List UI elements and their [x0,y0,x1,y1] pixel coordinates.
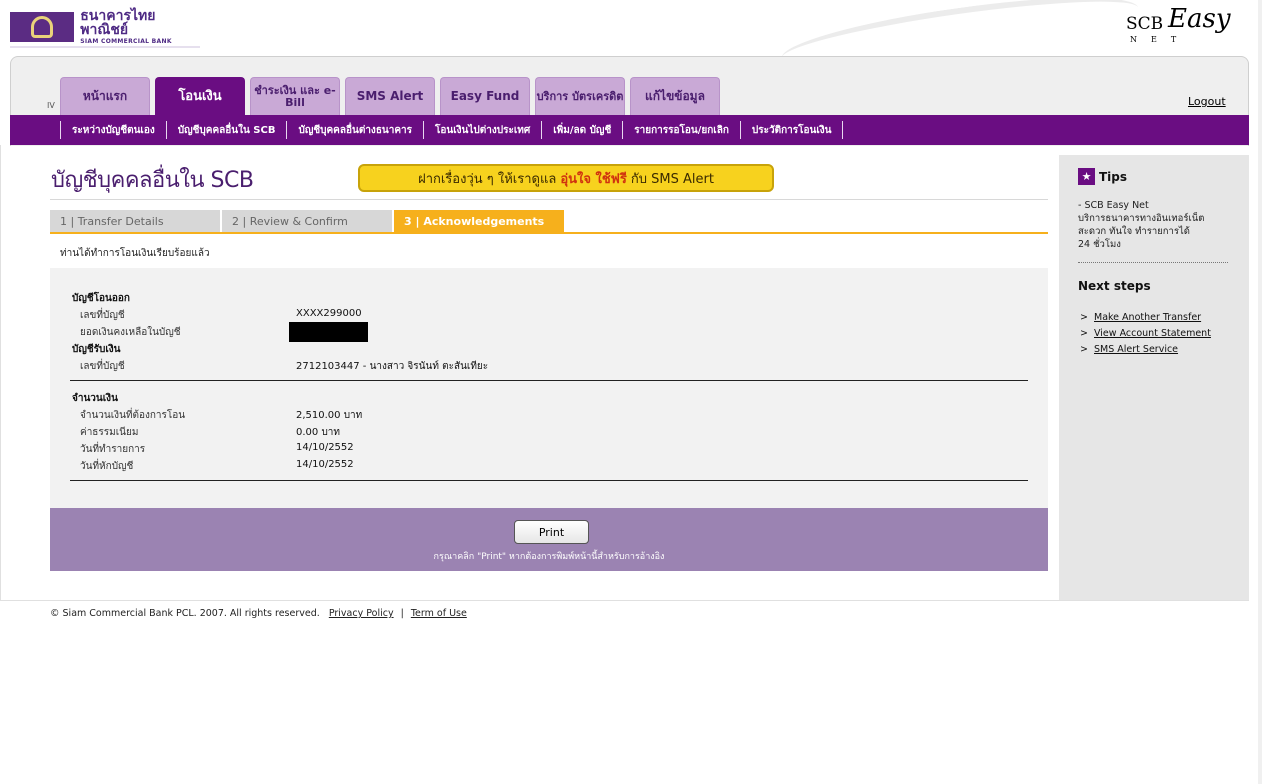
debit-date-label: วันที่หักบัญชี [80,461,134,472]
header: ธนาคารไทยพาณิชย์ SIAM COMMERCIAL BANK SC… [0,0,1262,83]
bullet-arrow-icon: > [1080,343,1088,355]
tips-line: 24 ชั่วโมง [1078,239,1121,250]
tab-payment-ebill[interactable]: ชำระเงิน และ e-Bill [250,77,340,115]
step-underline [50,232,1048,234]
bullet-arrow-icon: > [1080,327,1088,339]
next-steps-list: > Make Another Transfer > View Account Sta… [1080,309,1211,357]
subnav-other-scb[interactable]: บัญชีบุคคลอื่นใน SCB [167,123,287,138]
privacy-policy-link[interactable]: Privacy Policy [329,608,394,619]
nav-indicator: IV [47,101,55,110]
logo-underline [10,46,200,48]
success-message: ท่านได้ทำการโอนเงินเรียบร้อยแล้ว [60,248,210,259]
divider [50,199,1048,200]
to-account-no-label: เลขที่บัญชี [80,361,125,372]
amount-value: 2,510.00 บาท [296,410,363,421]
star-icon: ★ [1078,168,1095,185]
balance-label: ยอดเงินคงเหลือในบัญชี [80,327,181,338]
list-item: > Make Another Transfer [1080,309,1211,325]
subnav-pending[interactable]: รายการรอโอน/ยกเลิก [623,123,740,138]
from-account-no: XXXX299000 [296,308,362,319]
amount-heading: จำนวนเงิน [72,393,118,404]
divider [70,480,1028,481]
tab-credit-card[interactable]: บริการ บัตรเครดิต [535,77,625,115]
bank-name-english: SIAM COMMERCIAL BANK [80,38,172,45]
brand-scb: SCB [1126,14,1164,34]
amount-label: จำนวนเงินที่ต้องการโอน [80,410,186,421]
page-title: บัญชีบุคคลอื่นใน SCB [51,168,254,193]
tab-sms-alert[interactable]: SMS Alert [345,77,435,115]
terms-of-use-link[interactable]: Term of Use [411,608,467,619]
step-review-confirm: 2 | Review & Confirm [222,210,392,232]
to-account-no: 2712103447 - นางสาว จิรนันท์ ตะสันเทียะ [296,361,489,372]
sms-alert-service-link[interactable]: SMS Alert Service [1094,344,1178,355]
tips-line: บริการธนาคารทางอินเทอร์เน็ต [1078,213,1205,224]
tips-body: - SCB Easy Net บริการธนาคารทางอินเทอร์เน… [1078,199,1228,251]
window-edge [1258,0,1262,784]
subnav-other-bank[interactable]: บัญชีบุคคลอื่นต่างธนาคาร [287,123,423,138]
logout-link[interactable]: Logout [1188,95,1226,108]
brand-net: NET [1130,35,1191,44]
footer: © Siam Commercial Bank PCL. 2007. All ri… [50,608,467,619]
list-item: > View Account Statement [1080,325,1211,341]
from-account-heading: บัญชีโอนออก [72,293,130,304]
subnav-overseas[interactable]: โอนเงินไปต่างประเทศ [424,123,541,138]
divider [70,380,1028,381]
tab-transfer[interactable]: โอนเงิน [155,77,245,115]
subnav-manage-accounts[interactable]: เพิ่ม/ลด บัญชี [542,123,622,138]
bank-name-thai: ธนาคารไทยพาณิชย์ [80,8,156,38]
tips-heading: ★ Tips [1078,168,1127,185]
brand-easy: Easy [1168,4,1231,34]
banner-text-1: ฝากเรื่องวุ่น ๆ ให้เราดูแล [418,171,557,187]
subnav-history[interactable]: ประวัติการโอนเงิน [741,123,843,138]
fee-label: ค่าธรรมเนียม [80,427,139,438]
banner-text-2: กับ SMS Alert [630,171,714,187]
dotted-divider [1078,262,1228,263]
banner-highlight: อุ่นใจ ใช้ฟรี [560,171,627,187]
copyright: © Siam Commercial Bank PCL. 2007. All ri… [50,608,320,619]
bullet-arrow-icon: > [1080,311,1088,323]
list-item: > SMS Alert Service [1080,341,1211,357]
print-button[interactable]: Print [514,520,589,544]
txn-date-label: วันที่ทำรายการ [80,444,146,455]
sms-alert-banner[interactable]: ฝากเรื่องวุ่น ๆ ให้เราดูแล อุ่นใจ ใช้ฟรี… [358,164,774,192]
next-steps-heading: Next steps [1078,279,1151,293]
tab-home[interactable]: หน้าแรก [60,77,150,115]
step-acknowledgements: 3 | Acknowledgements [394,210,564,232]
transfer-summary [50,268,1048,508]
to-account-heading: บัญชีรับเงิน [72,344,121,355]
view-account-statement-link[interactable]: View Account Statement [1094,328,1211,339]
tab-easy-fund[interactable]: Easy Fund [440,77,530,115]
footer-divider [0,600,1249,601]
print-hint: กรุณาคลิก "Print" หากต้องการพิมพ์หน้านี้… [433,552,665,562]
tips-line: - SCB Easy Net [1078,200,1149,211]
tab-edit-profile[interactable]: แก้ไขข้อมูล [630,77,720,115]
sub-navigation: ระหว่างบัญชีตนเอง บัญชีบุคคลอื่นใน SCB บ… [10,115,1249,145]
subnav-own-accounts[interactable]: ระหว่างบัญชีตนเอง [61,123,166,138]
step-transfer-details: 1 | Transfer Details [50,210,220,232]
debit-date-value: 14/10/2552 [296,459,354,470]
scb-easy-net-logo: SCB Easy NET [1126,4,1236,46]
bank-logo[interactable]: ธนาคารไทยพาณิชย์ SIAM COMMERCIAL BANK [10,5,200,49]
fee-value: 0.00 บาท [296,427,340,438]
page: ธนาคารไทยพาณิชย์ SIAM COMMERCIAL BANK SC… [0,0,1262,784]
tips-line: สะดวก ทันใจ ทำรายการได้ [1078,226,1190,237]
make-another-transfer-link[interactable]: Make Another Transfer [1094,312,1201,323]
from-account-no-label: เลขที่บัญชี [80,310,125,321]
txn-date-value: 14/10/2552 [296,442,354,453]
tips-heading-label: Tips [1099,169,1128,184]
balance-masked [289,322,368,342]
scb-emblem-icon [10,12,75,42]
